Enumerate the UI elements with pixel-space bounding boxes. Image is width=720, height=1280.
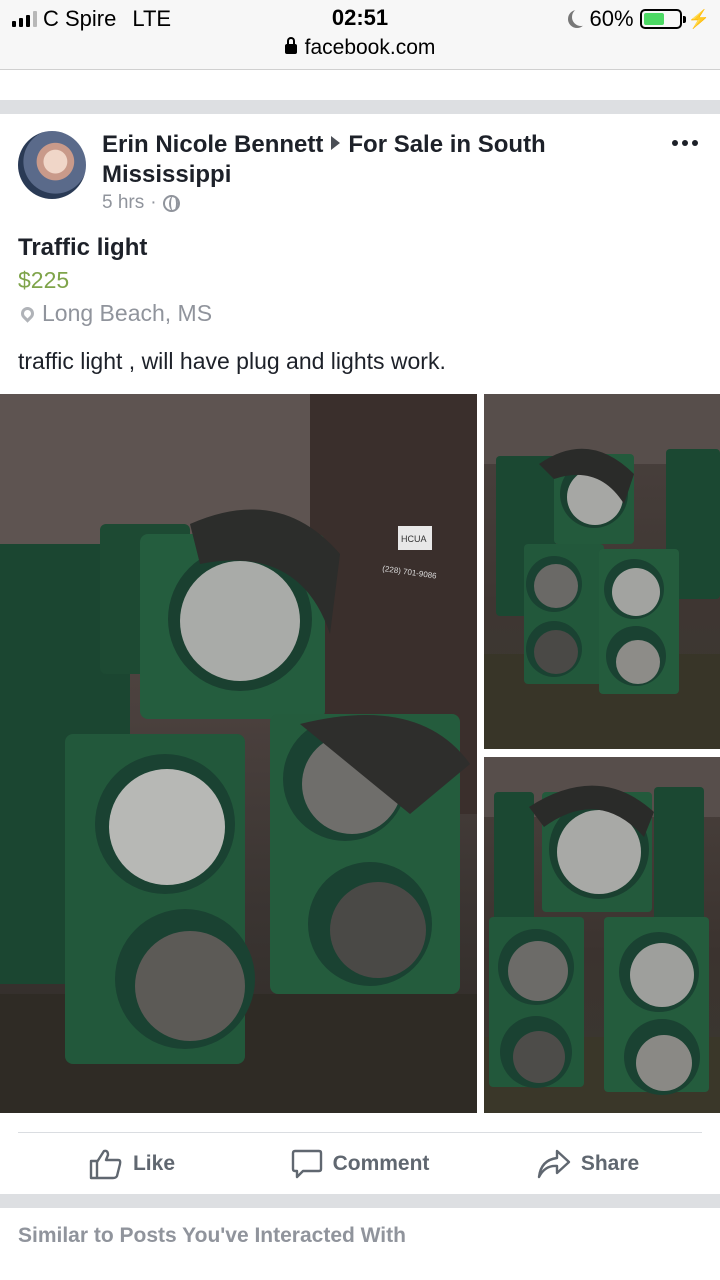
share-button[interactable]: Share <box>474 1133 702 1194</box>
status-bar: C Spire LTE 02:51 60% ⚡ <box>0 0 720 36</box>
like-icon <box>89 1149 122 1179</box>
post-meta: 5 hrs · <box>102 192 180 214</box>
moon-icon <box>572 8 590 26</box>
meta-separator: · <box>150 192 157 213</box>
previous-post-actions: Like Comment Share <box>0 70 720 100</box>
listing-photo-2[interactable] <box>484 394 720 749</box>
charging-icon: ⚡ <box>687 8 710 29</box>
share-icon <box>537 1149 571 1178</box>
listing-location: Long Beach, MS <box>18 300 212 327</box>
lock-icon <box>284 37 297 54</box>
listing-photo-3[interactable] <box>484 757 720 1113</box>
comment-label: Comment <box>332 1151 430 1175</box>
post-header: Erin Nicole Bennett For Sale in South Mis… <box>102 130 622 190</box>
comment-icon <box>291 1149 322 1178</box>
avatar[interactable] <box>18 131 86 199</box>
previous-comment-button[interactable]: Comment <box>240 70 480 86</box>
location-text: Long Beach, MS <box>42 300 213 326</box>
listing-photo-main[interactable]: HCUA (228) 701-9086 <box>0 394 477 1113</box>
globe-icon <box>162 194 180 212</box>
battery-icon <box>639 9 686 29</box>
listing-price: $225 <box>18 267 70 293</box>
arrow-right-icon <box>331 136 341 150</box>
battery-percent: 60% <box>589 6 634 31</box>
pin-icon <box>18 304 37 323</box>
listing-title: Traffic light <box>18 234 148 261</box>
like-button[interactable]: Like <box>18 1133 246 1194</box>
listing-description: traffic light , will have plug and light… <box>18 348 446 374</box>
marketplace-post: Erin Nicole Bennett For Sale in South Mis… <box>0 114 720 1194</box>
previous-share-button[interactable]: Share <box>480 70 720 86</box>
url-bar[interactable]: facebook.com <box>0 36 720 70</box>
share-label: Share <box>580 1151 640 1175</box>
more-icon[interactable] <box>672 140 698 146</box>
like-label: Like <box>132 1151 176 1175</box>
status-right: 60% ⚡ <box>566 6 710 32</box>
section-title: Similar to Posts You've Interacted With <box>18 1224 406 1247</box>
sign-text: HCUA <box>401 534 427 544</box>
comment-button[interactable]: Comment <box>246 1133 474 1194</box>
similar-posts-section: Similar to Posts You've Interacted With <box>0 1208 720 1280</box>
author-name[interactable]: Erin Nicole Bennett <box>102 131 323 158</box>
post-time[interactable]: 5 hrs <box>102 192 144 214</box>
url-domain: facebook.com <box>304 36 436 59</box>
post-actions: Like Comment Share <box>18 1132 702 1194</box>
previous-like-button[interactable]: Like <box>0 70 240 86</box>
